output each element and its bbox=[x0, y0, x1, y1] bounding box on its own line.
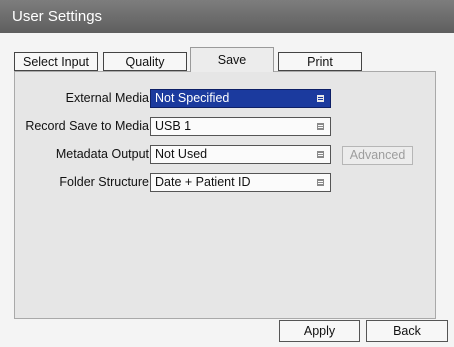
tab-print[interactable]: Print bbox=[278, 52, 362, 71]
folder-structure-value: Date + Patient ID bbox=[155, 175, 251, 189]
apply-button[interactable]: Apply bbox=[279, 320, 360, 342]
tab-save[interactable]: Save bbox=[190, 47, 274, 72]
external-media-select[interactable]: Not Specified bbox=[150, 89, 331, 108]
external-media-value: Not Specified bbox=[155, 91, 230, 105]
dropdown-icon bbox=[317, 123, 324, 130]
metadata-output-label: Metadata Output bbox=[55, 147, 149, 161]
folder-structure-select[interactable]: Date + Patient ID bbox=[150, 173, 331, 192]
metadata-output-value: Not Used bbox=[155, 147, 208, 161]
dropdown-icon bbox=[317, 151, 324, 158]
tab-select-input[interactable]: Select Input bbox=[14, 52, 98, 71]
dropdown-icon bbox=[317, 179, 324, 186]
window-title: User Settings bbox=[0, 0, 454, 33]
record-save-to-media-select[interactable]: USB 1 bbox=[150, 117, 331, 136]
back-button[interactable]: Back bbox=[366, 320, 448, 342]
dropdown-icon bbox=[317, 95, 324, 102]
external-media-label: External Media bbox=[65, 91, 149, 105]
user-settings-window: User Settings Select Input Quality Save … bbox=[0, 0, 454, 347]
record-save-to-media-value: USB 1 bbox=[155, 119, 192, 133]
save-settings-panel bbox=[14, 71, 436, 319]
record-save-to-media-label: Record Save to Media bbox=[25, 119, 149, 133]
advanced-button: Advanced bbox=[342, 146, 413, 165]
tab-quality[interactable]: Quality bbox=[103, 52, 187, 71]
metadata-output-select[interactable]: Not Used bbox=[150, 145, 331, 164]
folder-structure-label: Folder Structure bbox=[59, 175, 149, 189]
